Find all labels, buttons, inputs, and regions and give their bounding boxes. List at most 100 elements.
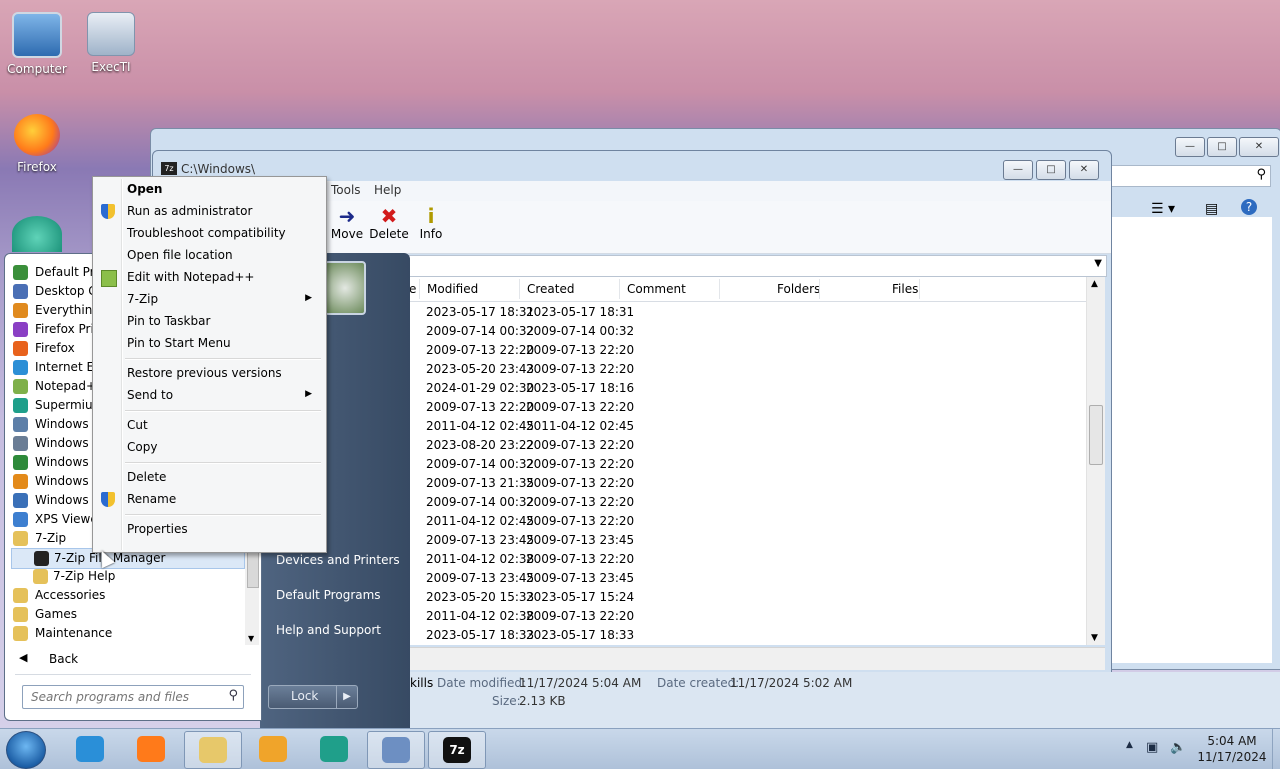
firefox-icon: [14, 114, 60, 156]
scroll-down-icon[interactable]: ▼: [1091, 633, 1098, 643]
close-button[interactable]: ✕: [1069, 160, 1099, 180]
system-clock[interactable]: 5:04 AM 11/17/2024: [1196, 733, 1268, 765]
maximize-button[interactable]: □: [1036, 160, 1066, 180]
taskbar-button[interactable]: [245, 731, 301, 767]
context-menu-item[interactable]: Pin to Start Menu: [96, 333, 322, 354]
volume-icon[interactable]: 🔈: [1170, 740, 1186, 755]
start-search-input[interactable]: [29, 686, 223, 708]
context-menu-item[interactable]: Open: [96, 179, 322, 200]
maximize-button[interactable]: □: [1207, 137, 1237, 157]
column-created[interactable]: Created: [527, 282, 575, 296]
taskbar-button[interactable]: [367, 731, 425, 769]
cell-created: 2009-07-13 22:20: [526, 514, 635, 528]
context-menu-item[interactable]: Cut: [96, 415, 322, 436]
show-hidden-icons-icon[interactable]: ▲: [1126, 740, 1133, 750]
default-programs-icon: [13, 265, 28, 280]
start-orb-icon[interactable]: [6, 731, 46, 769]
minimize-button[interactable]: —: [1175, 137, 1205, 157]
context-menu-item[interactable]: Open file location: [96, 245, 322, 266]
search-field[interactable]: ⚲: [1109, 165, 1271, 187]
desktop-icon-firefox[interactable]: Firefox: [2, 114, 72, 174]
context-menu-item[interactable]: Send to ▶: [96, 385, 322, 406]
scrollbar-thumb[interactable]: [247, 550, 259, 588]
network-icon[interactable]: ▣: [1146, 740, 1158, 755]
info-button[interactable]: i Info: [410, 205, 452, 241]
context-menu-item[interactable]: 7-Zip ▶: [96, 289, 322, 310]
windows-update-icon: [13, 493, 28, 508]
cell-created: 2009-07-13 22:20: [526, 457, 635, 471]
cell-modified: 2009-07-13 23:45: [426, 571, 535, 585]
column-files[interactable]: Files: [892, 282, 918, 296]
cell-modified: 2009-07-13 22:20: [426, 343, 535, 357]
context-menu-item[interactable]: Edit with Notepad++: [96, 267, 322, 288]
cell-modified: 2023-05-17 18:31: [426, 305, 535, 319]
chevron-down-icon[interactable]: ▼: [1094, 258, 1102, 269]
minimize-button[interactable]: —: [1003, 160, 1033, 180]
start-item-devices-printers[interactable]: Devices and Printers: [276, 553, 400, 567]
cell-modified: 2011-04-12 02:38: [426, 552, 535, 566]
windows-media-center-icon: [13, 455, 28, 470]
taskbar-button[interactable]: [62, 731, 118, 767]
modified-value: 11/17/2024 5:04 AM: [519, 676, 642, 690]
lock-button[interactable]: Lock ▶: [268, 685, 358, 709]
program-item[interactable]: Games: [11, 605, 243, 624]
program-item[interactable]: Maintenance: [11, 624, 243, 643]
cell-created: 2009-07-13 22:20: [526, 476, 635, 490]
folder-icon: [13, 531, 28, 546]
program-item[interactable]: 7-Zip Help: [11, 567, 243, 586]
scrollbar-thumb[interactable]: [1089, 405, 1103, 465]
modified-label: Date modified:: [437, 676, 527, 690]
column-comment[interactable]: Comment: [627, 282, 686, 296]
start-search-field[interactable]: ⚲: [22, 685, 244, 709]
program-item[interactable]: Accessories: [11, 586, 243, 605]
supermium-desktop-icon[interactable]: [12, 216, 62, 252]
clock-date: 11/17/2024: [1197, 750, 1267, 764]
scroll-up-icon[interactable]: ▲: [1091, 279, 1098, 289]
delete-x-icon: ✖: [380, 204, 398, 228]
vertical-scrollbar[interactable]: ▲ ▼: [1086, 277, 1105, 645]
context-menu-item[interactable]: Delete: [96, 467, 322, 488]
context-menu-item[interactable]: Restore previous versions: [96, 363, 322, 384]
move-arrow-icon: ➜: [338, 204, 356, 228]
menu-separator: [125, 462, 321, 464]
menu-separator: [125, 514, 321, 516]
context-menu-item[interactable]: Run as administrator: [96, 201, 322, 222]
desktop-icon-execti[interactable]: ExecTI: [76, 12, 146, 74]
context-menu-item[interactable]: Rename: [96, 489, 322, 510]
taskbar-button[interactable]: [184, 731, 242, 769]
submenu-arrow-icon: ▶: [305, 293, 312, 303]
taskbar-button[interactable]: [123, 731, 179, 767]
preview-pane-icon[interactable]: ▤: [1205, 201, 1218, 217]
chevron-down-icon[interactable]: ▼: [248, 634, 254, 643]
context-menu-item[interactable]: Properties: [96, 519, 322, 540]
move-button[interactable]: ➜ Move: [326, 205, 368, 241]
cell-created: 2011-04-12 02:45: [526, 419, 635, 433]
search-icon[interactable]: ⚲: [228, 688, 238, 703]
cell-modified: 2024-01-29 02:30: [426, 381, 535, 395]
show-desktop-button[interactable]: [1272, 729, 1280, 769]
view-options-icon[interactable]: ☰ ▾: [1151, 201, 1175, 217]
taskbar-button[interactable]: 7z: [428, 731, 486, 769]
column-folders[interactable]: Folders: [777, 282, 820, 296]
cell-created: 2009-07-13 22:20: [526, 438, 635, 452]
chevron-right-icon[interactable]: ▶: [336, 686, 357, 708]
delete-button[interactable]: ✖ Delete: [368, 205, 410, 241]
menu-help[interactable]: Help: [374, 183, 401, 197]
context-menu-item[interactable]: Copy: [96, 437, 322, 458]
close-button[interactable]: ✕: [1239, 137, 1279, 157]
start-item-default-programs[interactable]: Default Programs: [276, 588, 381, 602]
firefox-icon: [137, 736, 165, 762]
context-menu-item[interactable]: Pin to Taskbar: [96, 311, 322, 332]
back-button[interactable]: ◀ Back: [15, 650, 245, 670]
created-label: Date created:: [657, 676, 740, 690]
user-picture[interactable]: [324, 261, 366, 315]
info-icon: i: [427, 204, 435, 228]
file-explorer-icon: [199, 737, 227, 763]
column-modified[interactable]: Modified: [427, 282, 478, 296]
help-icon[interactable]: ?: [1241, 199, 1257, 215]
taskbar-button[interactable]: [306, 731, 362, 767]
desktop-icon-computer[interactable]: Computer: [2, 12, 72, 76]
menu-tools[interactable]: Tools: [331, 183, 361, 197]
context-menu-item[interactable]: Troubleshoot compatibility: [96, 223, 322, 244]
start-item-help-support[interactable]: Help and Support: [276, 623, 381, 637]
